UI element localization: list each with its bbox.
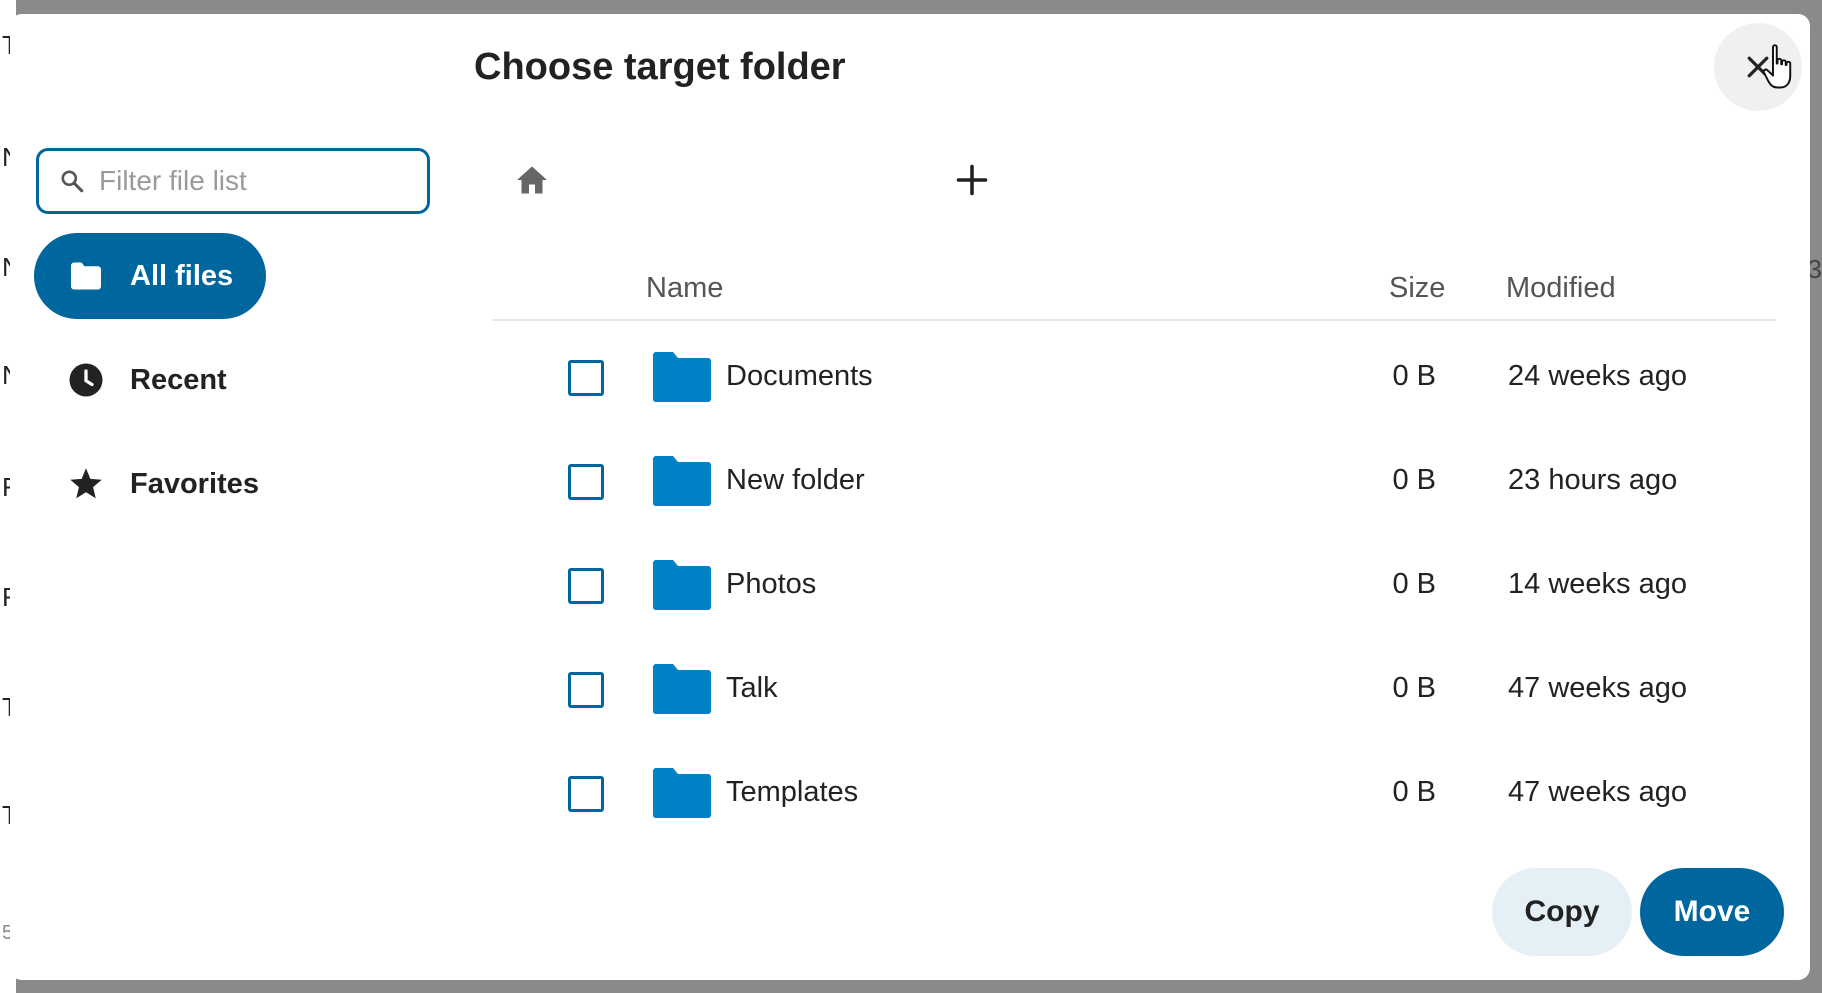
row-checkbox[interactable] <box>568 568 604 604</box>
row-size: 0 B <box>1392 360 1436 392</box>
row-modified: 14 weeks ago <box>1508 568 1687 600</box>
sidebar-item-label: Recent <box>130 363 227 396</box>
choose-folder-dialog: Choose target folder All files Recent Fa… <box>10 14 1810 980</box>
row-modified: 24 weeks ago <box>1508 360 1687 392</box>
row-size: 0 B <box>1392 464 1436 496</box>
column-header-size[interactable]: Size <box>1389 272 1445 305</box>
folder-icon <box>653 664 711 714</box>
folder-icon <box>653 560 711 610</box>
sidebar-item-label: Favorites <box>130 467 259 500</box>
sidebar-item-all-files[interactable]: All files <box>34 233 266 319</box>
search-icon <box>61 170 84 193</box>
sidebar-item-recent[interactable]: Recent <box>34 337 227 423</box>
row-checkbox[interactable] <box>568 464 604 500</box>
move-button[interactable]: Move <box>1640 868 1784 956</box>
mouse-pointer-hand-icon <box>1762 44 1792 89</box>
header-divider <box>492 319 1776 321</box>
column-header-name[interactable]: Name <box>646 272 723 305</box>
dialog-title: Choose target folder <box>474 46 846 88</box>
row-modified: 47 weeks ago <box>1508 776 1687 808</box>
row-modified: 23 hours ago <box>1508 464 1678 496</box>
row-checkbox[interactable] <box>568 776 604 812</box>
row-name: Talk <box>726 672 778 704</box>
column-header-modified[interactable]: Modified <box>1506 272 1616 305</box>
sidebar-item-favorites[interactable]: Favorites <box>34 441 259 527</box>
row-name: Photos <box>726 568 817 600</box>
table-row[interactable]: Documents 0 B 24 weeks ago <box>492 326 1776 430</box>
folder-icon <box>653 456 711 506</box>
filter-field[interactable] <box>36 148 430 214</box>
row-name: New folder <box>726 464 865 496</box>
folder-icon <box>71 262 101 290</box>
row-modified: 47 weeks ago <box>1508 672 1687 704</box>
row-size: 0 B <box>1392 672 1436 704</box>
row-checkbox[interactable] <box>568 360 604 396</box>
table-row[interactable]: Photos 0 B 14 weeks ago <box>492 534 1776 638</box>
clock-icon <box>69 363 103 397</box>
home-icon[interactable] <box>514 162 550 198</box>
row-size: 0 B <box>1392 568 1436 600</box>
sidebar-item-label: All files <box>130 259 234 292</box>
table-row[interactable]: Talk 0 B 47 weeks ago <box>492 638 1776 742</box>
filter-input[interactable] <box>99 165 389 197</box>
star-icon <box>70 468 102 499</box>
row-checkbox[interactable] <box>568 672 604 708</box>
row-name: Templates <box>726 776 859 808</box>
folder-icon <box>653 352 711 402</box>
copy-button[interactable]: Copy <box>1492 868 1632 956</box>
plus-icon[interactable] <box>954 162 990 198</box>
row-name: Documents <box>726 360 873 392</box>
folder-icon <box>653 768 711 818</box>
table-row[interactable]: Templates 0 B 47 weeks ago <box>492 742 1776 846</box>
table-row[interactable]: New folder 0 B 23 hours ago <box>492 430 1776 534</box>
row-size: 0 B <box>1392 776 1436 808</box>
